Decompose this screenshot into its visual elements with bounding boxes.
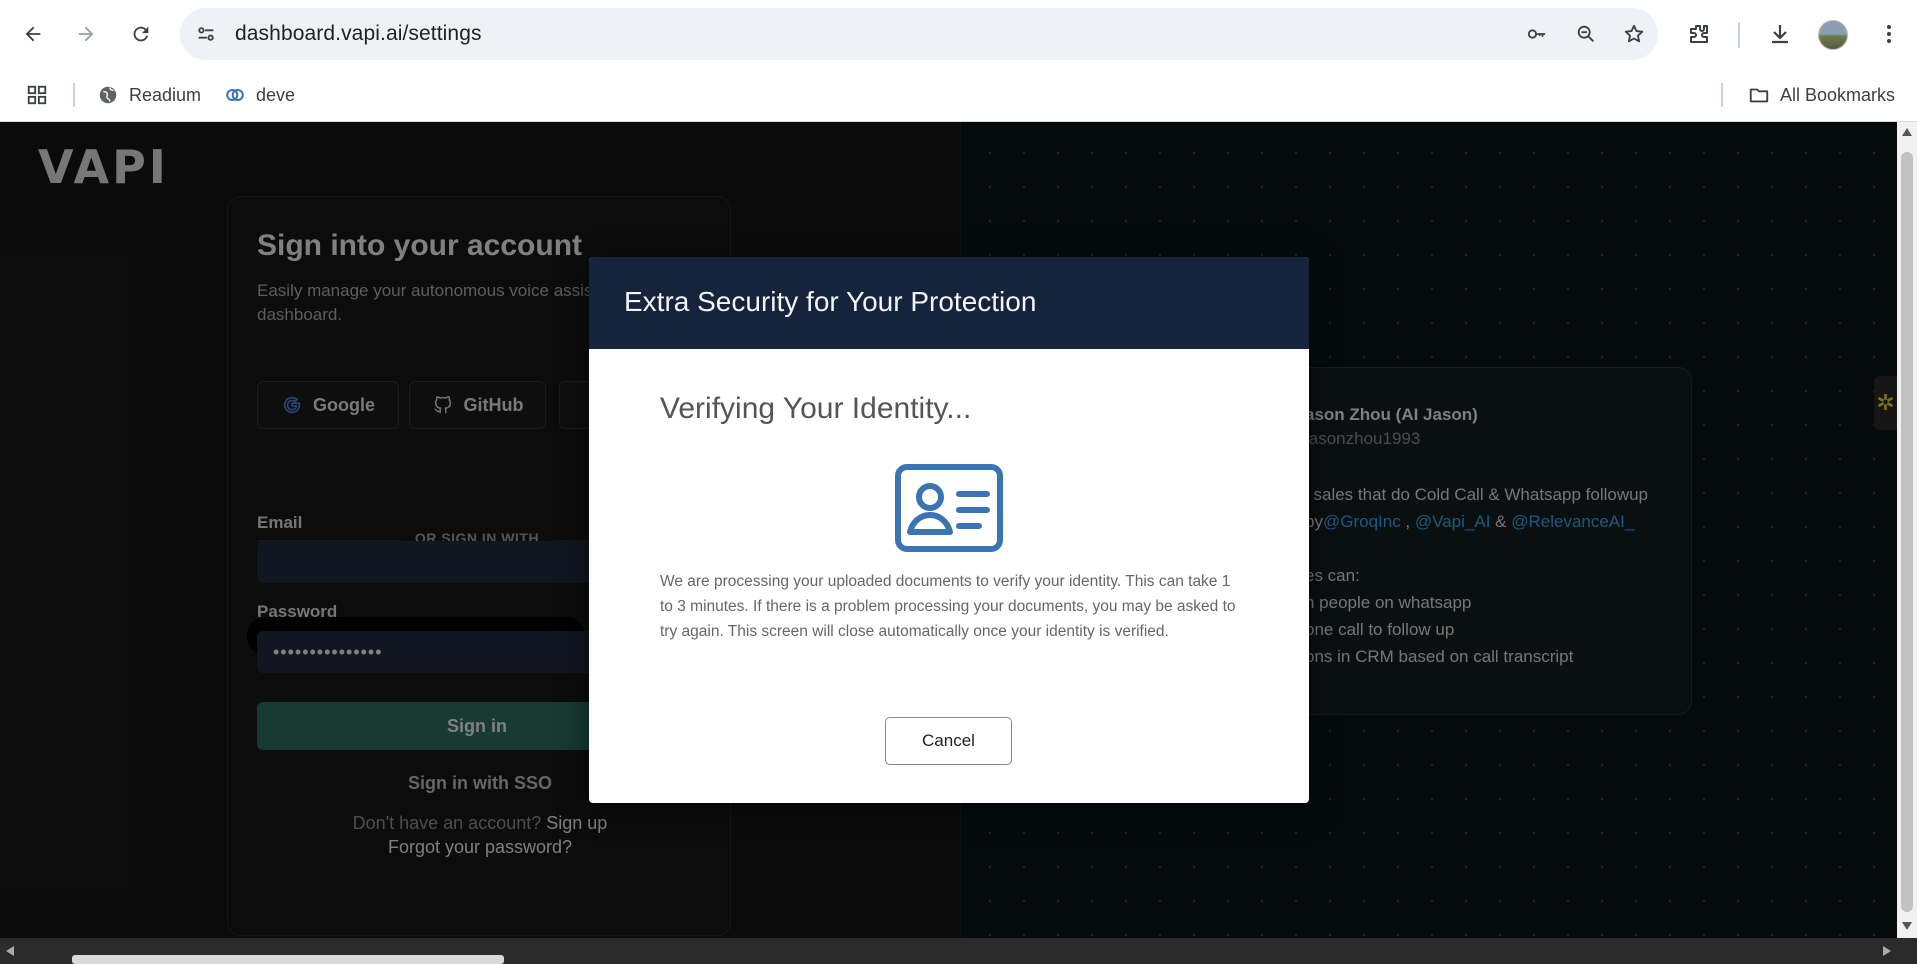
bookmark-label: Readium <box>129 84 202 105</box>
extensions-button[interactable] <box>1682 17 1716 51</box>
zoom-icon[interactable] <box>1574 22 1598 46</box>
modal-body-text: We are processing your uploaded document… <box>660 573 1236 640</box>
scroll-right-arrow-icon[interactable] <box>1883 946 1891 956</box>
address-bar[interactable]: dashboard.vapi.ai/settings <box>180 8 1658 60</box>
bookmark-readium[interactable]: Readium <box>97 80 201 110</box>
vertical-scrollbar[interactable] <box>1897 122 1917 938</box>
link-rings-icon <box>226 88 244 102</box>
all-bookmarks-label: All Bookmarks <box>1780 84 1896 105</box>
puzzle-icon <box>1690 25 1708 43</box>
downloads-button[interactable] <box>1763 17 1797 51</box>
horizontal-scroll-thumb[interactable] <box>72 955 504 964</box>
folder-icon <box>1749 88 1769 103</box>
modal-heading: Verifying Your Identity... <box>660 392 972 425</box>
bookmarks-separator <box>73 83 75 107</box>
profile-avatar[interactable] <box>1818 20 1848 50</box>
apps-grid-icon <box>27 85 47 105</box>
bookmark-star-icon[interactable] <box>1622 22 1646 46</box>
bookmark-label: deve <box>256 84 296 105</box>
site-info-icon[interactable] <box>194 22 218 46</box>
globe-icon <box>99 86 117 104</box>
horizontal-scrollbar[interactable] <box>0 938 1917 964</box>
forward-arrow-icon <box>78 26 94 42</box>
verification-modal: Extra Security for Your Protection Verif… <box>589 257 1309 803</box>
reload-button[interactable] <box>124 17 158 51</box>
kebab-menu-icon <box>1887 25 1891 43</box>
back-arrow-icon <box>25 26 41 42</box>
modal-title: Extra Security for Your Protection <box>624 286 1037 317</box>
url-text[interactable]: dashboard.vapi.ai/settings <box>235 22 482 46</box>
bookmarks-bar: Readium deve All Bookmarks <box>0 68 1917 122</box>
bookmark-deve[interactable]: deve <box>224 80 295 110</box>
id-card-icon <box>895 464 1003 552</box>
menu-button[interactable] <box>1872 17 1906 51</box>
password-key-icon[interactable] <box>1525 22 1549 46</box>
modal-header: Extra Security for Your Protection <box>589 257 1309 349</box>
forward-button[interactable] <box>69 17 103 51</box>
toolbar-separator <box>1738 22 1740 48</box>
vertical-scroll-thumb[interactable] <box>1901 152 1913 912</box>
scroll-down-arrow-icon[interactable] <box>1902 922 1912 930</box>
back-button[interactable] <box>16 17 50 51</box>
cancel-button[interactable]: Cancel <box>885 717 1012 765</box>
download-icon <box>1772 25 1788 44</box>
scroll-up-arrow-icon[interactable] <box>1902 128 1912 136</box>
all-bookmarks-button[interactable]: All Bookmarks <box>1748 80 1895 110</box>
bookmarks-separator <box>1721 83 1723 107</box>
browser-toolbar: dashboard.vapi.ai/settings <box>0 0 1917 68</box>
reload-icon <box>133 26 149 42</box>
scroll-left-arrow-icon[interactable] <box>6 946 14 956</box>
apps-button[interactable] <box>26 80 58 110</box>
